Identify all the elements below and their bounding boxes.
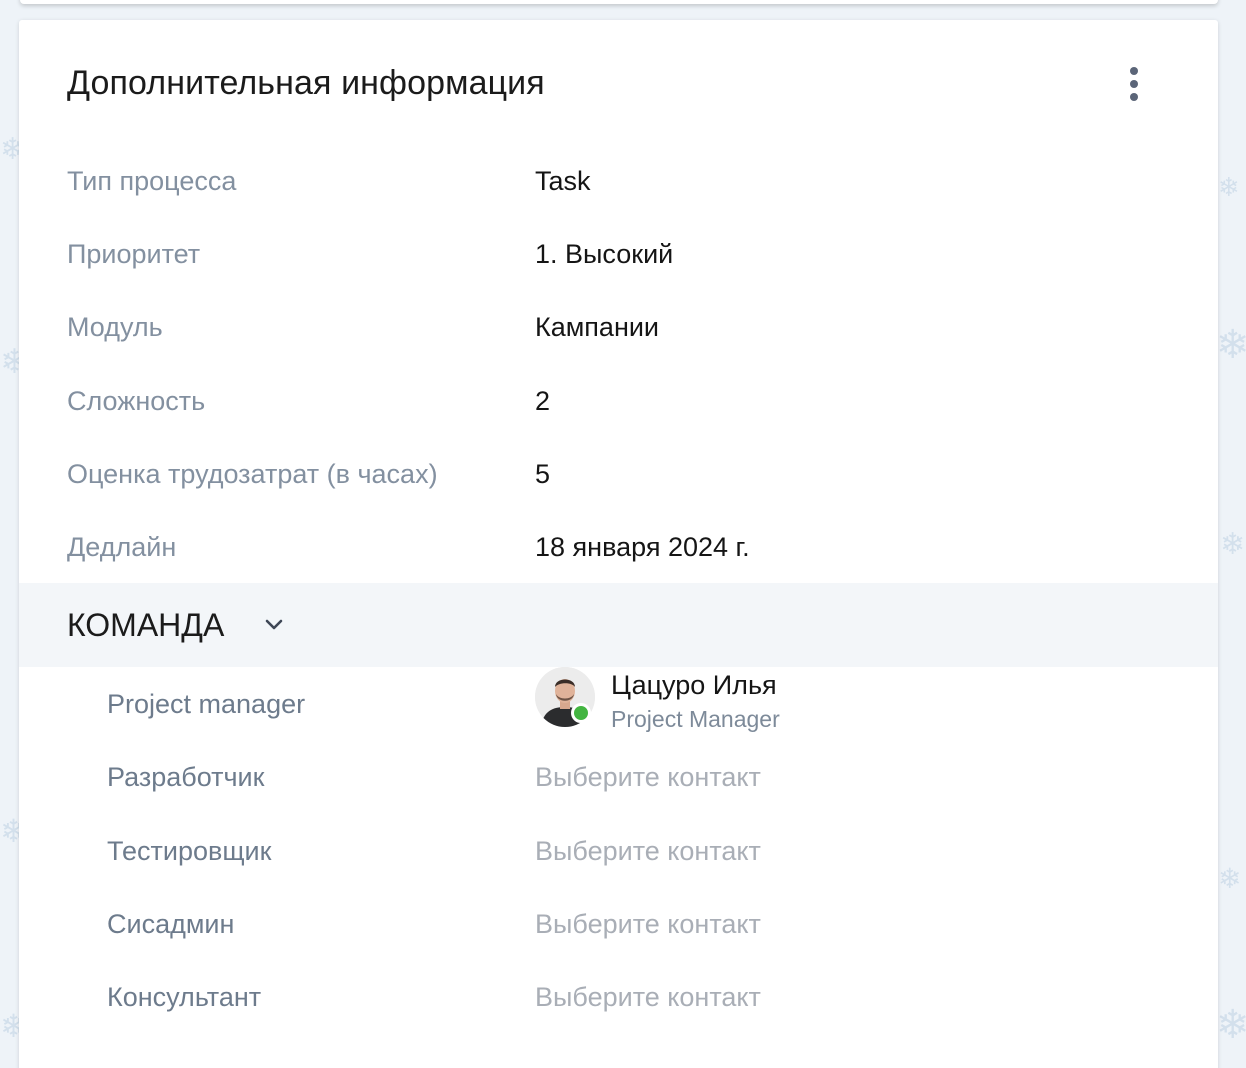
more-vertical-icon xyxy=(1130,93,1138,101)
field-priority: Приоритет 1. Высокий xyxy=(19,234,1218,274)
contact-chip[interactable]: Цацуро Илья Project Manager xyxy=(535,665,835,737)
team-role-label: Консультант xyxy=(107,982,262,1012)
snowflake-decoration-icon: ❄ xyxy=(1220,527,1246,562)
online-status-indicator xyxy=(571,703,591,723)
team-section-title: КОМАНДА xyxy=(67,607,225,643)
snowflake-decoration-icon: ❄ xyxy=(1218,862,1242,895)
field-deadline: Дедлайн 18 января 2024 г. xyxy=(19,527,1218,567)
field-label: Модуль xyxy=(67,312,163,342)
more-vertical-icon xyxy=(1130,80,1138,88)
field-value[interactable]: 18 января 2024 г. xyxy=(535,527,750,567)
field-value[interactable]: Кампании xyxy=(535,307,659,347)
contact-name: Цацуро Илья xyxy=(611,670,777,700)
additional-info-card: Дополнительная информация Тип процесса T… xyxy=(19,20,1218,1068)
field-value[interactable]: 5 xyxy=(535,454,550,494)
previous-card-edge xyxy=(20,0,1218,4)
select-contact-field[interactable]: Выберите контакт xyxy=(535,977,761,1017)
field-complexity: Сложность 2 xyxy=(19,381,1218,421)
team-role-label: Тестировщик xyxy=(107,836,272,866)
field-module: Модуль Кампании xyxy=(19,307,1218,347)
snowflake-decoration-icon: ❄ xyxy=(1216,322,1246,368)
team-section-header[interactable]: КОМАНДА xyxy=(19,583,1218,667)
select-contact-field[interactable]: Выберите контакт xyxy=(535,904,761,944)
snowflake-decoration-icon: ❄ xyxy=(1218,173,1240,203)
field-value[interactable]: Task xyxy=(535,161,591,201)
field-label: Дедлайн xyxy=(67,532,177,562)
field-label: Оценка трудозатрат (в часах) xyxy=(67,459,438,489)
field-effort-estimate: Оценка трудозатрат (в часах) 5 xyxy=(19,454,1218,494)
field-label: Тип процесса xyxy=(67,166,237,196)
select-contact-field[interactable]: Выберите контакт xyxy=(535,757,761,797)
field-label: Сложность xyxy=(67,386,206,416)
chevron-down-icon[interactable] xyxy=(263,617,285,633)
field-value[interactable]: 1. Высокий xyxy=(535,234,673,274)
more-options-button[interactable] xyxy=(1119,64,1149,104)
snowflake-decoration-icon: ❄ xyxy=(1216,1002,1246,1048)
field-label: Приоритет xyxy=(67,239,201,269)
team-role-label: Сисадмин xyxy=(107,909,235,939)
team-role-label: Разработчик xyxy=(107,762,265,792)
field-value[interactable]: 2 xyxy=(535,381,550,421)
field-process-type: Тип процесса Task xyxy=(19,161,1218,201)
team-role-label: Project manager xyxy=(107,689,306,719)
more-vertical-icon xyxy=(1130,67,1138,75)
card-title: Дополнительная информация xyxy=(67,64,545,102)
select-contact-field[interactable]: Выберите контакт xyxy=(535,831,761,871)
contact-role: Project Manager xyxy=(611,706,780,732)
